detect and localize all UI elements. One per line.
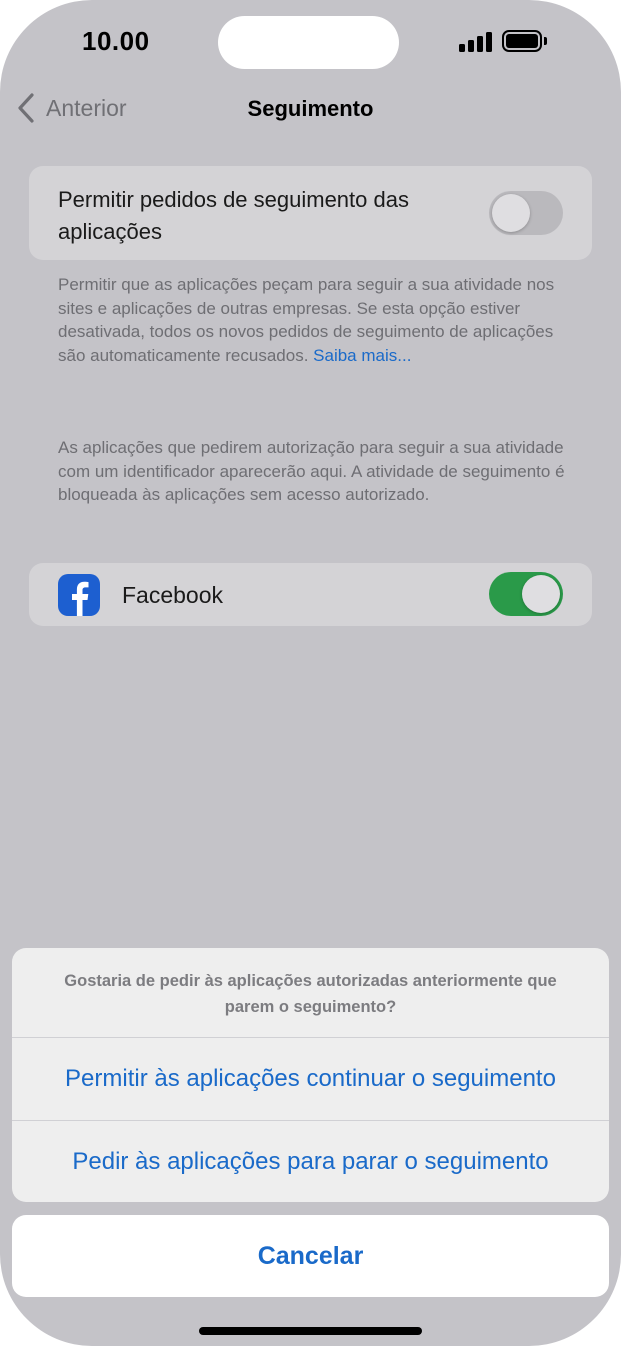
facebook-icon	[58, 574, 100, 616]
toggle-knob	[522, 575, 560, 613]
battery-icon	[502, 30, 542, 52]
cancel-button[interactable]: Cancelar	[12, 1215, 609, 1297]
divider	[12, 1037, 609, 1038]
description-text: Permitir que as aplicações peçam para se…	[58, 275, 555, 365]
status-time: 10.00	[82, 26, 150, 56]
home-indicator[interactable]	[199, 1327, 422, 1335]
signal-icon	[459, 32, 493, 52]
divider	[12, 1120, 609, 1121]
action-sheet: Gostaria de pedir às aplicações autoriza…	[12, 948, 609, 1202]
phone-screen: 10.00 Anterior Seguimento Permitir pedid…	[0, 0, 621, 1346]
learn-more-link[interactable]: Saiba mais...	[313, 346, 411, 365]
apps-note: As aplicações que pedirem autorização pa…	[58, 438, 565, 504]
tracking-setting-label: Permitir pedidos de seguimento das aplic…	[58, 187, 409, 244]
tracking-requests-toggle[interactable]	[489, 191, 563, 235]
action-sheet-message: Gostaria de pedir às aplicações autoriza…	[64, 972, 557, 1016]
app-name-facebook: Facebook	[122, 582, 224, 608]
facebook-tracking-toggle[interactable]	[489, 572, 563, 616]
tracking-description: Permitir que as aplicações peçam para se…	[58, 273, 568, 367]
allow-continue-tracking-button[interactable]: Permitir às aplicações continuar o segui…	[12, 1065, 609, 1093]
page-title: Seguimento	[247, 96, 374, 121]
toggle-knob	[492, 194, 530, 232]
battery-cap	[544, 37, 547, 45]
dynamic-island	[218, 16, 399, 69]
ask-stop-tracking-button[interactable]: Pedir às aplicações para parar o seguime…	[12, 1148, 609, 1176]
